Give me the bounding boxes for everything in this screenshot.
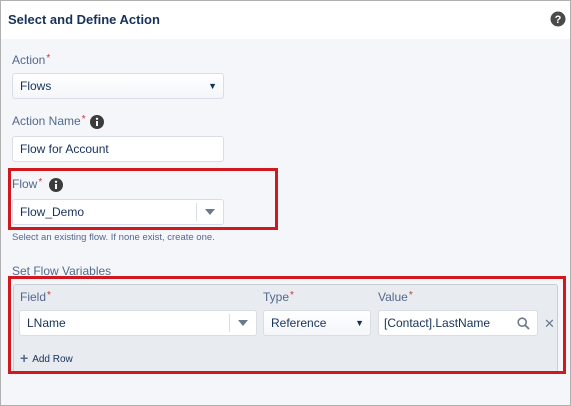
value-input-text: [Contact].LastName xyxy=(384,316,491,330)
info-icon[interactable] xyxy=(49,178,63,192)
field-combobox-value: LName xyxy=(27,316,66,330)
plus-icon: + xyxy=(20,350,29,366)
svg-text:?: ? xyxy=(555,14,562,26)
help-icon[interactable]: ? xyxy=(550,11,566,27)
add-row-button[interactable]: + Add Row xyxy=(20,350,73,366)
action-name-input[interactable]: Flow for Account xyxy=(12,136,224,162)
info-icon[interactable] xyxy=(90,115,104,129)
flow-combobox-value: Flow_Demo xyxy=(20,205,85,219)
action-label: Action* xyxy=(12,53,51,67)
chevron-down-icon: ▼ xyxy=(208,81,217,91)
chevron-down-icon[interactable] xyxy=(238,320,248,326)
field-combobox[interactable]: LName xyxy=(19,310,257,336)
field-column-header: Field* xyxy=(20,290,51,304)
dialog-header: Select and Define Action ? xyxy=(1,1,570,39)
chevron-down-icon: ▼ xyxy=(355,318,364,328)
value-column-header: Value* xyxy=(378,290,413,304)
action-select[interactable]: Flows ▼ xyxy=(12,73,224,99)
search-icon[interactable] xyxy=(517,317,530,330)
type-column-header: Type* xyxy=(263,290,294,304)
chevron-down-icon[interactable] xyxy=(205,209,215,215)
action-select-value: Flows xyxy=(20,79,52,93)
combobox-divider xyxy=(196,203,197,221)
value-input[interactable]: [Contact].LastName xyxy=(378,310,538,336)
type-select[interactable]: Reference ▼ xyxy=(263,310,371,336)
action-name-label: Action Name* xyxy=(12,114,86,128)
type-select-value: Reference xyxy=(271,316,327,330)
action-name-value: Flow for Account xyxy=(20,142,109,156)
flow-hint: Select an existing flow. If none exist, … xyxy=(12,232,215,243)
flow-combobox[interactable]: Flow_Demo xyxy=(12,199,224,225)
add-row-label: Add Row xyxy=(32,354,73,365)
combobox-divider xyxy=(229,314,230,332)
close-icon[interactable]: ✕ xyxy=(544,316,555,332)
flow-label: Flow* xyxy=(12,177,43,191)
dialog-title: Select and Define Action xyxy=(8,12,160,27)
